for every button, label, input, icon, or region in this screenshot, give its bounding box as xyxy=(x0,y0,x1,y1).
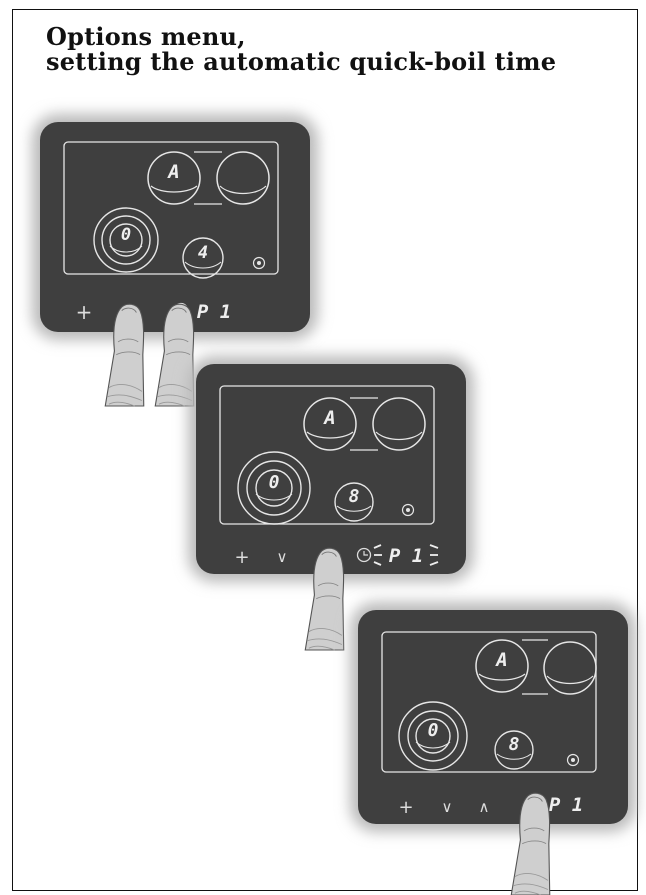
hob-panel-step-3: A 0 8 + ∨ ∧ P 1 xyxy=(344,596,644,895)
page-title: Options menu, setting the automatic quic… xyxy=(46,24,556,74)
finger-icon xyxy=(510,792,551,895)
zone-large-level: 0 xyxy=(269,472,280,493)
zone-small-level: 4 xyxy=(198,243,208,263)
title-line-2: setting the automatic quick-boil time xyxy=(46,47,557,76)
plus-button[interactable]: + xyxy=(234,547,249,568)
title-line-1: Options menu, xyxy=(46,22,246,51)
zone-top-left-level: A xyxy=(166,161,179,183)
zone-small-level: 8 xyxy=(349,486,360,507)
zone-top-left-level: A xyxy=(322,407,335,429)
plus-button[interactable]: + xyxy=(398,797,413,818)
zone-large-level: 0 xyxy=(428,720,439,741)
up-button[interactable]: ∧ xyxy=(479,798,490,816)
zone-large-level: 0 xyxy=(121,225,131,245)
zone-top-left-level: A xyxy=(494,649,507,671)
zone-small-level: 8 xyxy=(509,734,520,755)
down-button[interactable]: ∨ xyxy=(442,798,453,816)
